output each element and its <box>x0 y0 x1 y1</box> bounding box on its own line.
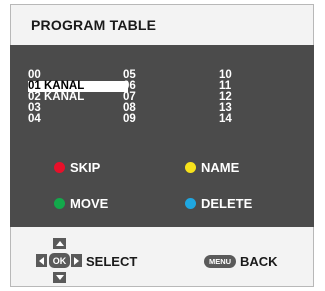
skip-button[interactable]: SKIP <box>54 160 100 175</box>
channel-column-3: 10 11 12 13 14 <box>219 69 232 125</box>
arrow-right-icon <box>71 254 82 267</box>
arrow-up-icon <box>53 238 66 249</box>
channel-column-2: 05 06 07 08 09 <box>123 69 136 125</box>
page-title: PROGRAM TABLE <box>31 17 157 33</box>
ok-key-icon: OK <box>49 253 70 268</box>
channel-row[interactable]: 14 <box>219 113 232 125</box>
delete-button[interactable]: DELETE <box>185 196 252 211</box>
move-button[interactable]: MOVE <box>54 196 108 211</box>
green-dot-icon <box>54 198 65 209</box>
skip-label: SKIP <box>70 160 101 175</box>
program-table-panel: PROGRAM TABLE 00 01 KANAL 02 KANAL 03 04… <box>10 4 314 287</box>
move-label: MOVE <box>70 196 109 211</box>
channel-row[interactable]: 03 <box>28 102 128 114</box>
channel-column-1: 00 01 KANAL 02 KANAL 03 04 <box>28 69 128 125</box>
delete-label: DELETE <box>201 196 253 211</box>
dpad-icon: OK <box>36 238 82 284</box>
arrow-left-icon <box>36 254 47 267</box>
red-dot-icon <box>54 162 65 173</box>
arrow-down-icon <box>53 272 66 283</box>
channel-row[interactable]: 02 KANAL <box>28 91 128 103</box>
menu-key-icon: MENU <box>204 255 236 268</box>
footer-bar: OK SELECT MENU BACK <box>11 229 313 287</box>
channel-row[interactable]: 09 <box>123 113 136 125</box>
yellow-dot-icon <box>185 162 196 173</box>
channel-list-area: 00 01 KANAL 02 KANAL 03 04 05 06 07 08 0… <box>10 45 314 227</box>
name-button[interactable]: NAME <box>185 160 239 175</box>
select-hint-label: SELECT <box>86 254 138 269</box>
blue-dot-icon <box>185 198 196 209</box>
back-hint-label: BACK <box>240 254 278 269</box>
channel-row[interactable]: 04 <box>28 113 128 125</box>
name-label: NAME <box>201 160 240 175</box>
